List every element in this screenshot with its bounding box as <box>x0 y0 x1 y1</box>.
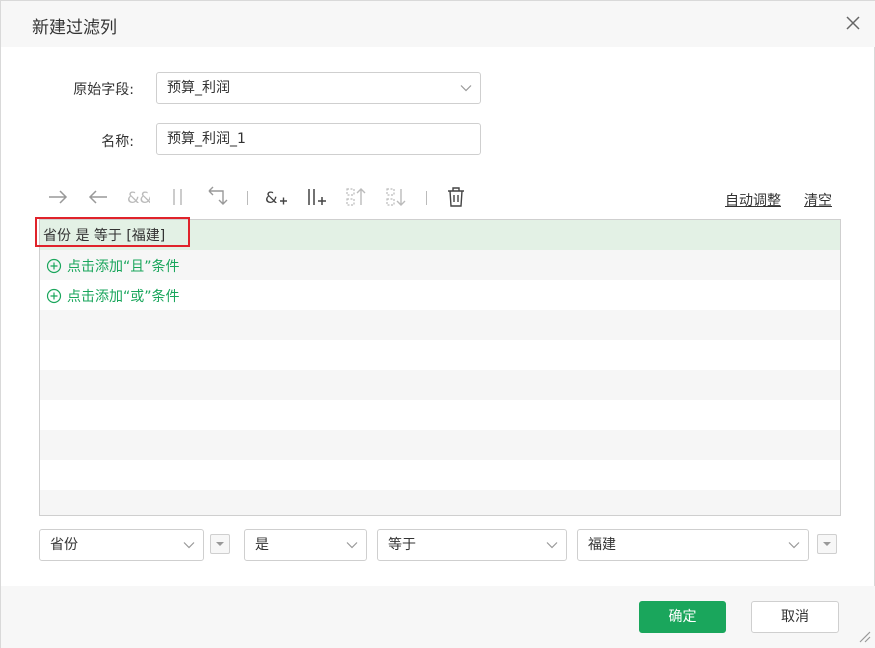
caret-down-icon <box>216 542 224 546</box>
value-dropdown-toggle[interactable] <box>817 534 837 554</box>
condition-highlight-box <box>35 217 190 247</box>
chevron-down-icon <box>460 85 472 92</box>
add-and-icon[interactable]: & <box>264 185 288 209</box>
list-item <box>40 340 840 370</box>
add-and-condition-label: 点击添加“且”条件 <box>67 259 180 275</box>
toolbar-separator <box>426 191 427 205</box>
is-select-value: 是 <box>255 537 269 553</box>
move-up-icon[interactable] <box>344 185 368 209</box>
field-select[interactable]: 省份 <box>39 529 204 561</box>
dialog-footer <box>1 586 875 648</box>
auto-adjust-link[interactable]: 自动调整 <box>725 190 781 210</box>
field-select-value: 省份 <box>50 537 78 553</box>
plus-circle-icon <box>46 288 62 304</box>
add-or-condition-link[interactable]: 点击添加“或”条件 <box>46 286 180 306</box>
chevron-down-icon <box>788 542 800 549</box>
name-value: 预算_利润_1 <box>167 131 246 147</box>
ok-button[interactable]: 确定 <box>639 601 726 633</box>
name-input[interactable]: 预算_利润_1 <box>156 123 481 155</box>
is-select[interactable]: 是 <box>244 529 367 561</box>
source-field-select[interactable]: 预算_利润 <box>156 72 481 104</box>
value-select-value: 福建 <box>588 537 616 553</box>
field-dropdown-toggle[interactable] <box>210 534 230 554</box>
svg-text:&&: && <box>127 188 150 207</box>
list-item: 点击添加“且”条件 <box>40 250 840 280</box>
value-select[interactable]: 福建 <box>577 529 809 561</box>
condition-list: 省份 是 等于 [福建] 点击添加“且”条件 点击添加“或”条件 <box>39 219 841 516</box>
caret-down-icon <box>823 542 831 546</box>
svg-text:&: & <box>265 188 277 207</box>
new-filter-column-dialog: 新建过滤列 原始字段: 预算_利润 名称: 预算_利润_1 && & 自动调整 … <box>0 0 875 648</box>
add-and-condition-link[interactable]: 点击添加“且”条件 <box>46 256 180 276</box>
delete-icon[interactable] <box>444 185 468 209</box>
add-or-condition-label: 点击添加“或”条件 <box>67 289 180 305</box>
dialog-titlebar: 新建过滤列 <box>1 1 875 47</box>
close-icon[interactable] <box>842 12 864 34</box>
resize-grip-icon[interactable] <box>857 629 871 643</box>
list-item <box>40 370 840 400</box>
or-icon[interactable] <box>166 185 190 209</box>
toolbar-separator <box>247 191 248 205</box>
list-item <box>40 400 840 430</box>
chevron-down-icon <box>346 542 358 549</box>
dialog-title: 新建过滤列 <box>32 18 117 38</box>
list-item <box>40 460 840 490</box>
undo-return-icon[interactable] <box>206 185 230 209</box>
chevron-down-icon <box>183 542 195 549</box>
source-field-value: 预算_利润 <box>167 80 230 96</box>
source-field-label: 原始字段: <box>73 82 134 98</box>
arrow-left-icon[interactable] <box>86 185 110 209</box>
add-or-icon[interactable] <box>304 185 328 209</box>
and-icon[interactable]: && <box>126 185 150 209</box>
name-label: 名称: <box>101 134 134 150</box>
clear-link[interactable]: 清空 <box>804 190 832 210</box>
list-item <box>40 430 840 460</box>
cancel-button[interactable]: 取消 <box>751 601 839 633</box>
comparison-select-value: 等于 <box>388 537 416 553</box>
plus-circle-icon <box>46 258 62 274</box>
comparison-select[interactable]: 等于 <box>377 529 567 561</box>
chevron-down-icon <box>546 542 558 549</box>
list-item: 点击添加“或”条件 <box>40 280 840 310</box>
list-item <box>40 310 840 340</box>
arrow-right-icon[interactable] <box>46 185 70 209</box>
list-item <box>40 490 840 515</box>
move-down-icon[interactable] <box>384 185 408 209</box>
